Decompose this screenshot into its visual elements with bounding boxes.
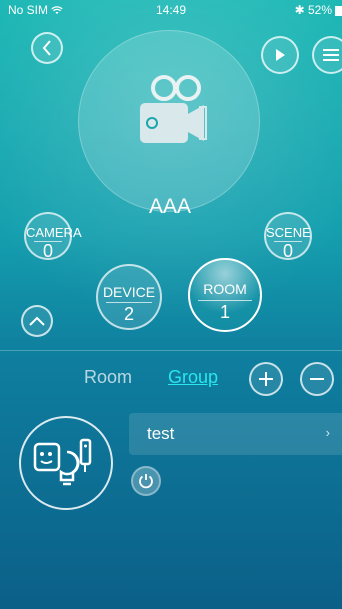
tab-group[interactable]: Group xyxy=(168,367,218,388)
chevron-right-icon: › xyxy=(325,425,330,440)
chevron-left-icon xyxy=(42,40,51,56)
tab-room[interactable]: Room xyxy=(84,367,132,388)
scene-count-value: 0 xyxy=(282,241,293,261)
group-name: test xyxy=(147,424,175,443)
divider xyxy=(198,300,252,301)
remove-group-button[interactable] xyxy=(300,362,334,396)
divider xyxy=(106,302,152,303)
section-divider xyxy=(0,350,342,351)
room-count-label: ROOM xyxy=(203,281,247,297)
video-camera-icon xyxy=(140,75,207,143)
camera-name: AAA xyxy=(148,195,192,218)
play-button[interactable] xyxy=(261,36,299,74)
status-bar: No SIM 14:49 ✱ 52% xyxy=(0,0,342,20)
scene-count-label: SCENE xyxy=(266,225,311,240)
camera-count-button[interactable]: CAMERA 0 xyxy=(24,212,82,261)
camera-bulb-device-icon xyxy=(33,438,92,486)
device-count-button[interactable]: DEVICE 2 xyxy=(96,264,162,330)
minus-icon xyxy=(310,378,324,380)
room-count-button[interactable]: ROOM 1 xyxy=(188,258,262,332)
camera-preview-circle[interactable]: AAA xyxy=(78,30,260,218)
battery-indicator: ✱ 52% xyxy=(294,3,342,17)
group-icon[interactable] xyxy=(19,416,113,510)
device-count-label: DEVICE xyxy=(102,284,156,300)
clock: 14:49 xyxy=(155,3,187,17)
add-group-button[interactable] xyxy=(249,362,283,396)
group-power-button[interactable] xyxy=(131,466,161,496)
power-icon xyxy=(139,474,153,489)
camera-count-label: CAMERA xyxy=(26,225,82,240)
collapse-button[interactable] xyxy=(21,305,53,337)
plus-icon xyxy=(259,372,273,386)
bluetooth-icon: ✱ xyxy=(294,3,305,17)
screen: No SIM 14:49 ✱ 52% AAA CAMERA 0 SCENE 0 … xyxy=(0,0,342,609)
chevron-up-icon xyxy=(29,316,45,326)
menu-button[interactable] xyxy=(312,36,342,74)
scene-count-button[interactable]: SCENE 0 xyxy=(264,212,312,261)
back-button[interactable] xyxy=(31,32,63,64)
camera-count-value: 0 xyxy=(42,241,53,261)
battery-icon xyxy=(335,6,342,16)
room-count-value: 1 xyxy=(219,302,230,322)
menu-icon xyxy=(323,49,339,61)
device-count-value: 2 xyxy=(123,304,134,324)
play-icon xyxy=(276,49,285,61)
group-list-item[interactable]: test › xyxy=(129,413,342,455)
